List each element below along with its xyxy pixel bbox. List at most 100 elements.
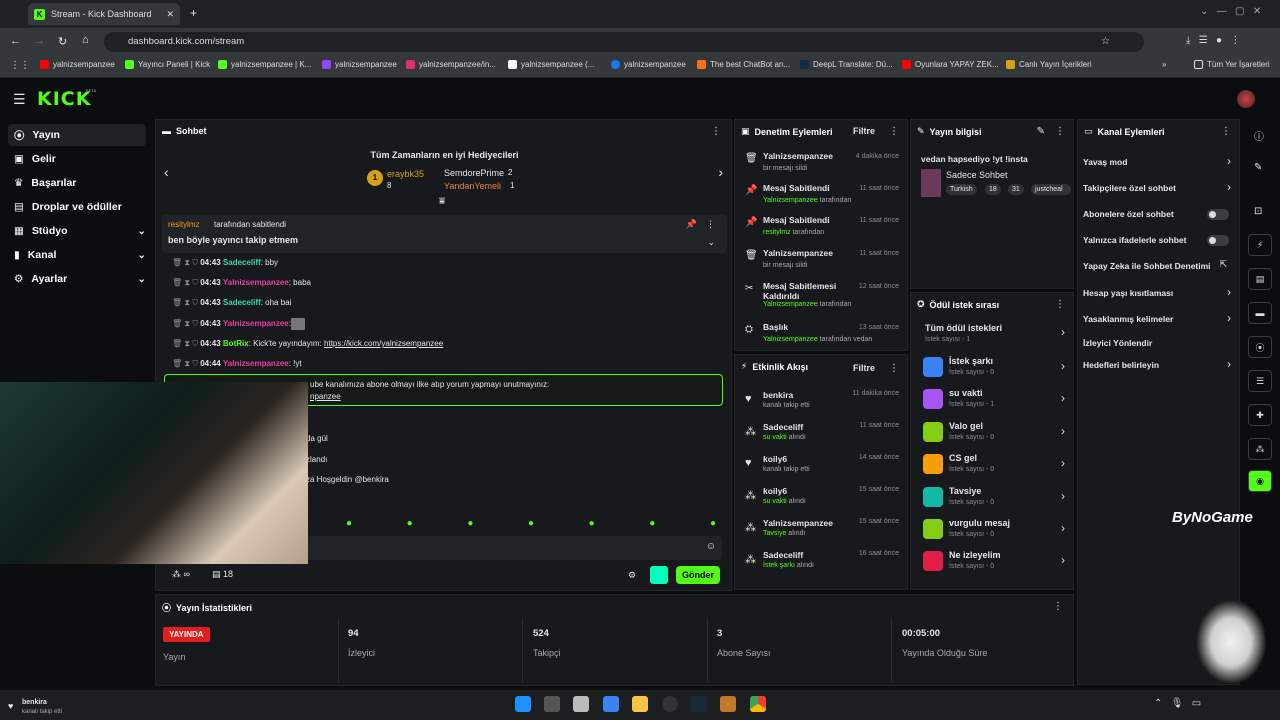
bookmark-0[interactable]: yalnizsempanzee [40,60,115,69]
channel-action-item[interactable]: Hesap yaşı kısıtlaması › [1078,285,1239,302]
apps-icon[interactable]: ⋮⋮ [10,60,30,71]
more-icon[interactable]: ⋮ [706,219,715,230]
new-tab-icon[interactable]: + [190,6,197,20]
channel-action-item[interactable]: Yasaklanmış kelimeler › [1078,311,1239,328]
rail-button-list[interactable]: ☰ [1248,370,1272,392]
activity-item[interactable]: ♥ koily6 kanalı takip etti 14 saat önce [735,453,907,483]
kick-logo[interactable]: KICK [37,88,91,110]
reward-item[interactable]: Ne izleyelim İstek sayısı - 0 › [911,547,1073,575]
activity-item[interactable]: ⁂ Sadeceliff İstek şarkı alındı 16 saat … [735,549,907,579]
info-icon[interactable]: ⓘ [1254,128,1264,143]
forward-icon[interactable]: → [34,35,45,47]
sidebar-item-studyo[interactable]: ▦ Stüdyo ⌄ [8,220,146,242]
menu-icon[interactable]: ☰ [13,91,26,108]
rail-button-bolt[interactable]: ⚡ [1248,234,1272,256]
all-rewards-row[interactable]: Tüm ödül istekleri İstek sayısı - 1 › [911,319,1073,349]
rail-button-chat[interactable]: ▬ [1248,302,1272,324]
browser-tab[interactable]: K Stream - Kick Dashboard ✕ [28,3,180,25]
gifter-name[interactable]: SemdorePrime [444,168,504,178]
gifter-name[interactable]: eraybk35 [387,169,424,179]
bookmark-1[interactable]: Yayıncı Paneli | Kick [125,60,210,69]
moderation-item[interactable]: 📌 Mesaj Sabitlendi Yalnizsempanzee taraf… [735,183,907,213]
sidebar-item-gelir[interactable]: ▣ Gelir [8,148,146,170]
explorer-icon[interactable] [632,696,648,712]
moderation-item[interactable]: 📌 Mesaj Sabitlendi resitylmz tarafından … [735,215,907,245]
users-icon[interactable]: ⁂ ∞ [172,569,190,580]
pin-icon[interactable]: 📌 [686,219,697,230]
start-icon[interactable] [515,696,531,712]
chat-message[interactable]: 🗑 ⧗ ⛉ 04:43 Yalnizsempanzee: [172,318,305,330]
more-icon[interactable]: ⋮ [889,126,899,137]
more-icon[interactable]: ⋮ [711,126,721,137]
viewer-count[interactable]: ▤ 18 [212,569,233,580]
gear-icon[interactable]: ⚙ [628,570,636,581]
category-name[interactable]: Sadece Sohbet [946,170,1008,180]
bookmark-7[interactable]: The best ChatBot an... [697,60,790,69]
bookmark-2[interactable]: yalnizsempanzee | K... [218,60,311,69]
filter-button[interactable]: Filtre [853,126,875,136]
rail-button-broadcast[interactable]: ⦿ [1248,336,1272,358]
channel-action-item[interactable]: Hedefleri belirleyin › [1078,357,1239,374]
pencil-icon[interactable]: ✎ [1254,162,1262,173]
chevron-left-icon[interactable]: ‹ [164,164,169,180]
chat-message[interactable]: zlandı [306,454,327,465]
reward-item[interactable]: vurgulu mesaj İstek sayısı - 0 › [911,515,1073,543]
toggle-switch[interactable] [1207,209,1229,220]
bookmark-10[interactable]: Canlı Yayın İçerikleri [1006,60,1092,69]
send-button[interactable]: Gönder [676,566,720,584]
bookmark-8[interactable]: DeepL Translate: Dü... [800,60,893,69]
chat-message[interactable]: 🗑 ⧗ ⛉ 04:44 Yalnizsempanzee: !yt [172,358,302,369]
reward-item[interactable]: CS gel İstek sayısı - 0 › [911,450,1073,478]
activity-item[interactable]: ♥ benkira kanalı takip etti 11 dakika ön… [735,389,907,419]
gifter-name[interactable]: YandanYemeli [444,181,501,191]
moderation-item[interactable]: 🗑 Yalnizsempanzee bir mesajı sildi 11 sa… [735,248,907,278]
chat-message[interactable]: 🗑 ⧗ ⛉ 04:43 Sadeceliff: bby [172,257,278,268]
reload-icon[interactable]: ↻ [58,35,67,48]
toolbar-icons[interactable]: ⤓ ☰ ● ⋮ [1186,35,1240,46]
star-icon[interactable]: ☆ [1101,32,1110,52]
sidebar-item-yayin[interactable]: ⦿ Yayın [8,124,146,146]
avatar[interactable] [1237,90,1255,108]
more-icon[interactable]: ⋮ [1055,299,1065,310]
sidebar-item-ayarlar[interactable]: ⚙ Ayarlar ⌄ [8,268,146,290]
bookmark-3[interactable]: yalnizsempanzee [322,60,397,69]
more-icon[interactable]: ⋮ [1221,126,1231,137]
sidebar-item-kanal[interactable]: ▮ Kanal ⌄ [8,244,146,266]
channel-action-item[interactable]: İzleyici Yönlendir [1078,336,1239,352]
steam-icon[interactable] [691,696,707,712]
rail-button-bot[interactable]: ◉ [1248,470,1272,492]
chat-message[interactable]: 🗑 ⧗ ⛉ 04:43 Yalnizsempanzee: baba [172,277,311,288]
moderation-item[interactable]: 🗑 Yalnizsempanzee bir mesajı sildi 4 dak… [735,151,907,181]
more-icon[interactable]: ⋮ [1053,601,1063,612]
focus-icon[interactable]: ⊡ [1254,206,1262,217]
bookmark-9[interactable]: Oyunlara YAPAY ZEK... [902,60,999,69]
chrome-icon[interactable] [750,696,766,712]
reward-item[interactable]: Valo gel İstek sayısı - 0 › [911,418,1073,446]
url-field[interactable]: dashboard.kick.com/stream ☆ [104,32,1144,52]
bookmark-6[interactable]: yalnizsempanzee [611,60,686,69]
collapse-icon[interactable]: ⩸ [439,196,445,207]
taskview-icon[interactable] [544,696,560,712]
emoji-icon[interactable]: ☺ [706,541,716,552]
channel-action-item[interactable]: Takipçilere özel sohbet › [1078,180,1239,197]
channel-action-item[interactable]: Yavaş mod › [1078,154,1239,171]
activity-item[interactable]: ⁂ Yalnizsempanzee Tavsiye alındı 15 saat… [735,517,907,547]
window-controls[interactable]: ⌄ — ▢ ✕ [1200,6,1261,17]
pinned-message[interactable]: resitylmz tarafından sabitlendi ben böyl… [162,215,727,253]
chat-message[interactable]: 🗑 ⧗ ⛉ 04:43 BotRix: Kick'te yayındayım: … [172,338,443,349]
rail-button-wrench[interactable]: ✚ [1248,404,1272,426]
app-icon[interactable] [573,696,589,712]
back-icon[interactable]: ← [10,35,21,47]
chevron-right-icon[interactable]: » [1162,60,1166,69]
more-icon[interactable]: ⋮ [1055,126,1065,137]
channel-action-item[interactable]: Abonelere özel sohbet [1078,207,1239,223]
bot-icon[interactable] [650,566,668,584]
chat-message[interactable]: da gül [306,433,328,444]
channel-action-item[interactable]: Yalnızca ifadelerle sohbet [1078,233,1239,249]
sidebar-item-droplar[interactable]: ▤ Droplar ve ödüller [8,196,146,218]
channel-action-item[interactable]: Yapay Zeka ile Sohbet Denetimi ⇱ [1078,259,1239,275]
sidebar-item-basarilar[interactable]: ♛ Başarılar [8,172,146,194]
moderation-item[interactable]: ✂ Mesaj Sabitlemesi Kaldırıldı Yalnizsem… [735,281,907,311]
app-icon[interactable] [662,696,678,712]
bookmark-5[interactable]: yalnizsempanzee (... [508,60,594,69]
